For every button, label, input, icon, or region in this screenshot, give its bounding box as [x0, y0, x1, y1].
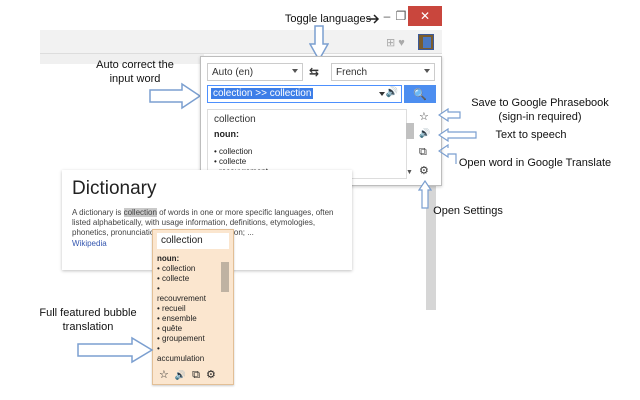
result-panel: collection noun: • collection • collecte…	[207, 109, 407, 179]
speaker-icon[interactable]: 🔊	[175, 370, 192, 380]
target-language-label: French	[336, 67, 368, 78]
search-icon: 🔍	[413, 88, 427, 101]
result-scrollbar[interactable]: ▼	[406, 123, 414, 177]
open-external-icon[interactable]: ⧉	[419, 146, 427, 159]
chevron-down-icon[interactable]: ▼	[406, 169, 413, 176]
result-word: collection	[214, 114, 256, 125]
bubble-toolbar: ☆🔊⧉⚙	[159, 368, 222, 382]
meaning-item: • collecte	[214, 157, 247, 166]
target-language-select[interactable]: French	[331, 63, 435, 81]
translate-popup: Auto (en) ⇆ French colection >> collecti…	[200, 56, 442, 186]
part-of-speech: noun:	[214, 129, 239, 139]
description-text: A dictionary is	[72, 208, 124, 217]
word-input[interactable]: colection >> collection 🔊	[207, 85, 402, 103]
star-icon[interactable]: ☆	[419, 110, 429, 123]
meaning-item: • recueil	[157, 304, 186, 313]
arrow-icon	[367, 14, 380, 24]
dictionary-title: Dictionary	[72, 178, 157, 199]
speaker-icon[interactable]: 🔊	[419, 128, 430, 139]
arrow-right-icon	[77, 336, 154, 364]
meaning-item: • quête	[157, 324, 183, 333]
annotation-open-settings: Open Settings	[433, 205, 503, 217]
meaning-item: •	[157, 344, 160, 353]
annotation-save-phrasebook: Save to Google Phrasebook (sign-in requi…	[471, 97, 609, 123]
browser-toolbar	[40, 30, 442, 54]
bubble-word: collection	[157, 233, 229, 249]
close-button[interactable]: ✕	[408, 6, 442, 26]
scroll-thumb[interactable]	[406, 123, 414, 139]
meaning-item: accumulation	[157, 354, 205, 363]
meaning-item: •	[157, 284, 160, 293]
swap-languages-icon[interactable]: ⇆	[309, 65, 319, 79]
meaning-item: • collection	[214, 147, 253, 156]
corrected-text: colection >> collection	[211, 88, 314, 99]
meaning-item: • collection	[157, 264, 196, 273]
source-language-select[interactable]: Auto (en)	[207, 63, 303, 81]
speaker-icon[interactable]: 🔊	[386, 87, 398, 98]
translation-bubble: collection noun: • collection • collecte…	[152, 229, 234, 385]
chevron-down-icon	[292, 69, 298, 73]
highlighted-word[interactable]: collection	[123, 208, 157, 217]
chevron-down-icon	[424, 69, 430, 73]
arrow-right-icon	[149, 82, 202, 110]
open-external-icon[interactable]: ⧉	[192, 369, 206, 381]
arrow-left-icon	[438, 128, 477, 142]
arrow-left-icon	[438, 108, 461, 122]
meaning-item: • ensemble	[157, 314, 197, 323]
meaning-item: • groupement	[157, 334, 205, 343]
star-icon[interactable]: ☆	[159, 369, 175, 381]
source-language-label: Auto (en)	[212, 67, 254, 78]
restore-button[interactable]: ❐	[394, 6, 408, 26]
annotation-bubble-translation: Full featured bubble translation	[39, 307, 137, 333]
toolbar-icons: ⊞ ♥	[386, 37, 405, 49]
meaning-item: • collecte	[157, 274, 190, 283]
gear-icon[interactable]: ⚙	[419, 164, 429, 177]
chevron-down-icon[interactable]	[379, 92, 385, 96]
bubble-meanings: noun: • collection • collecte • recouvre…	[157, 254, 219, 364]
bubble-part-of-speech: noun:	[157, 254, 180, 263]
bubble-scrollbar[interactable]	[221, 252, 229, 362]
translate-button[interactable]: 🔍	[404, 85, 436, 103]
extension-icon[interactable]	[418, 34, 434, 50]
arrow-left-icon	[438, 144, 457, 164]
annotation-text-to-speech: Text to speech	[495, 129, 567, 141]
gear-icon[interactable]: ⚙	[206, 369, 222, 381]
scroll-thumb[interactable]	[221, 262, 229, 292]
meaning-item: recouvrement	[157, 294, 206, 303]
